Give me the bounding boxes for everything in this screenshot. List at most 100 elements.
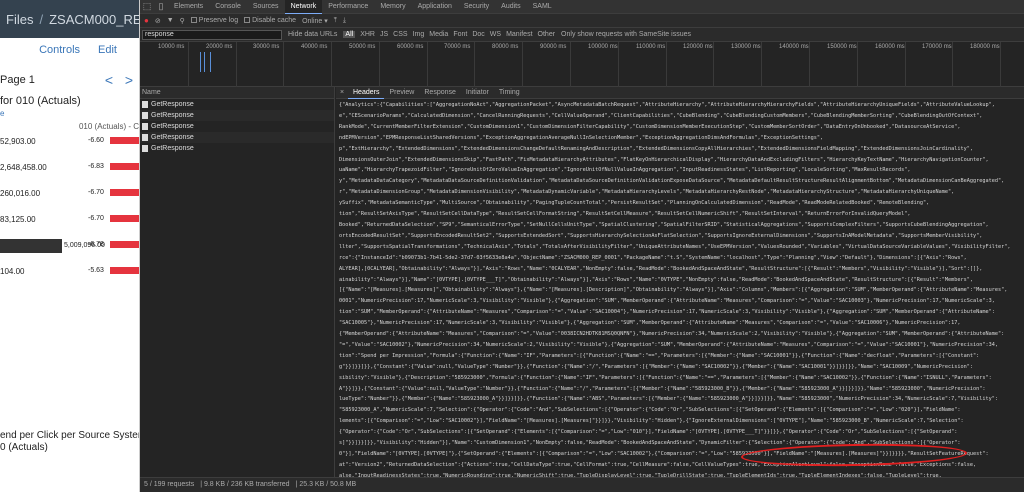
type-filter-img[interactable]: Img: [413, 31, 425, 38]
payload-line: ndEPMVersion","EPMResponseListSharedVers…: [339, 133, 1021, 144]
chart-subtitle: e: [0, 109, 5, 118]
payload-line: ySuffix","MetadataSemanticType","MultiSo…: [339, 198, 1021, 209]
payload-line: A"}}]}},{"Constant":{"Value":null,"Value…: [339, 384, 1021, 395]
timeline-tick-label: 10000 ms: [158, 44, 185, 50]
request-row[interactable]: GetResponse: [140, 99, 334, 110]
controls-button[interactable]: Controls: [39, 44, 80, 56]
file-icon: [142, 101, 148, 108]
timeline-tick-label: 90000 ms: [540, 44, 567, 50]
column-header: 010 (Actuals) - C: [78, 122, 139, 131]
request-row[interactable]: GetResponse: [140, 143, 334, 154]
chart-title: for 010 (Actuals): [0, 95, 81, 107]
network-filter-bar: Hide data URLs All XHR JS CSS Img Media Font Do…: [140, 28, 1024, 42]
filter-input[interactable]: [142, 29, 282, 40]
timeline-tick-label: 50000 ms: [349, 44, 376, 50]
tab-elements[interactable]: Elements: [168, 0, 209, 14]
type-filter-font[interactable]: Font: [453, 31, 467, 38]
payload-text: A"}}]}},{"Constant":{"Value":null,"Value…: [339, 385, 986, 392]
tab-audits[interactable]: Audits: [495, 0, 526, 14]
type-filter-manifest[interactable]: Manifest: [506, 31, 532, 38]
request-list: Name GetResponse GetResponse GetResponse Ge…: [140, 87, 335, 477]
timeline-gridline: [283, 42, 284, 87]
details-tab-preview[interactable]: Preview: [384, 87, 419, 99]
chevron-left-icon[interactable]: <: [99, 72, 119, 88]
record-icon[interactable]: ●: [144, 16, 149, 25]
row-value: 2,648,458.00: [0, 163, 47, 172]
clear-icon[interactable]: ⊘: [155, 17, 161, 25]
tab-application[interactable]: Application: [412, 0, 458, 14]
device-toolbar-icon[interactable]: ▯: [154, 1, 168, 12]
edit-button[interactable]: Edit: [98, 44, 117, 56]
payload-text: tion":"SUM","MemberOperand":{"AttributeN…: [339, 309, 995, 316]
request-row[interactable]: GetResponse: [140, 110, 334, 121]
network-timeline-overview[interactable]: 10000 ms 20000 ms 30000 ms 40000 ms 50000 ms…: [140, 42, 1024, 87]
type-filter-all[interactable]: All: [343, 31, 356, 38]
tab-console[interactable]: Console: [209, 0, 247, 14]
type-filter-media[interactable]: Media: [429, 31, 448, 38]
timeline-request-mark: [210, 52, 211, 72]
payload-line: {"MemberOperand":{"AttributeName":"Measu…: [339, 329, 1021, 340]
disable-cache-checkbox[interactable]: Disable cache: [244, 17, 296, 24]
timeline-gridline: [236, 42, 237, 87]
throttling-select[interactable]: Online ▾: [302, 17, 328, 25]
details-tab-headers[interactable]: Headers: [348, 87, 385, 99]
row-variance: -6.78: [88, 241, 104, 248]
timeline-request-mark: [204, 52, 205, 72]
devtools-panel: ⬚ ▯ Elements Console Sources Network Perform…: [140, 0, 1024, 492]
row-variance: -6.70: [88, 215, 104, 222]
payload-line: r","MetadataDimensionGroup","MetadataDim…: [339, 187, 1021, 198]
type-filter-xhr[interactable]: XHR: [360, 31, 375, 38]
type-filter-doc[interactable]: Doc: [472, 31, 484, 38]
import-har-icon[interactable]: ⤒: [334, 17, 337, 25]
details-tab-bar: × Headers Preview Response Initiator Timing: [336, 87, 1024, 99]
request-details: × Headers Preview Response Initiator Timing …: [336, 87, 1024, 477]
request-count: 5 / 199 requests: [144, 481, 195, 488]
tab-security[interactable]: Security: [458, 0, 495, 14]
search-icon[interactable]: ⚲: [180, 17, 185, 25]
devtools-tabs: Elements Console Sources Network Performance…: [168, 0, 558, 14]
payload-text: ainability":"Always"}],"Name":"[0VTYPE].…: [339, 276, 973, 283]
chevron-right-icon[interactable]: >: [119, 72, 139, 88]
request-list-header[interactable]: Name: [140, 87, 334, 99]
details-tab-response[interactable]: Response: [419, 87, 461, 99]
details-tab-timing[interactable]: Timing: [494, 87, 525, 99]
tab-network[interactable]: Network: [284, 0, 323, 14]
tab-saml[interactable]: SAML: [527, 0, 558, 14]
type-filter-css[interactable]: CSS: [393, 31, 407, 38]
request-row[interactable]: GetResponse: [140, 132, 334, 143]
export-har-icon[interactable]: ⤓: [343, 17, 346, 25]
file-icon: [142, 112, 148, 119]
payload-text: ortsEncodedResultSet","SupportsEncodedRe…: [339, 232, 983, 239]
inspect-element-icon[interactable]: ⬚: [140, 1, 154, 12]
request-row[interactable]: GetResponse: [140, 121, 334, 132]
files-breadcrumb-link[interactable]: Files: [6, 12, 33, 27]
payload-text: y","MetadataDataCategory","MetadataDataS…: [339, 178, 1005, 185]
samesite-checkbox[interactable]: Only show requests with SameSite issues: [561, 31, 691, 38]
timeline-gridline: [809, 42, 810, 87]
type-filter-js[interactable]: JS: [380, 31, 388, 38]
payload-line: ainability":"Always"}],"Name":"[0VTYPE].…: [339, 275, 1021, 286]
payload-line: tion","ResultSetAxisType","ResultSetCell…: [339, 209, 1021, 220]
chart-rows: 52,903.00 -6.60 2,648,458.00 -6.83 260,016.0…: [0, 131, 139, 287]
preserve-log-checkbox[interactable]: Preserve log: [190, 17, 238, 24]
payload-line: Booked","ReturnedDataSelection","SP9","S…: [339, 220, 1021, 231]
type-filter-other[interactable]: Other: [538, 31, 556, 38]
hide-data-urls-checkbox[interactable]: Hide data URLs: [288, 31, 337, 38]
timeline-gridline: [857, 42, 858, 87]
response-payload[interactable]: {"Analytics":{"Capabilities":["Aggregati…: [336, 100, 1024, 477]
filter-icon[interactable]: ▼: [167, 17, 174, 24]
tab-sources[interactable]: Sources: [247, 0, 285, 14]
row-variance: -6.83: [88, 163, 104, 170]
details-tab-initiator[interactable]: Initiator: [461, 87, 494, 99]
type-filter-ws[interactable]: WS: [490, 31, 501, 38]
transferred-size: 9.8 KB / 236 KB transferred: [203, 481, 290, 488]
payload-line: sibility":"Visible"},{"Description":"585…: [339, 373, 1021, 384]
timeline-gridline: [331, 42, 332, 87]
payload-text: lueType":"Number"}},{"Member":{"Name":"5…: [339, 396, 998, 403]
timeline-tick-label: 150000 ms: [827, 44, 857, 50]
tab-performance[interactable]: Performance: [322, 0, 374, 14]
timeline-gridline: [188, 42, 189, 87]
tab-memory[interactable]: Memory: [374, 0, 411, 14]
table-row: 83,125.00 -6.70: [0, 209, 139, 235]
close-icon[interactable]: ×: [336, 89, 348, 96]
